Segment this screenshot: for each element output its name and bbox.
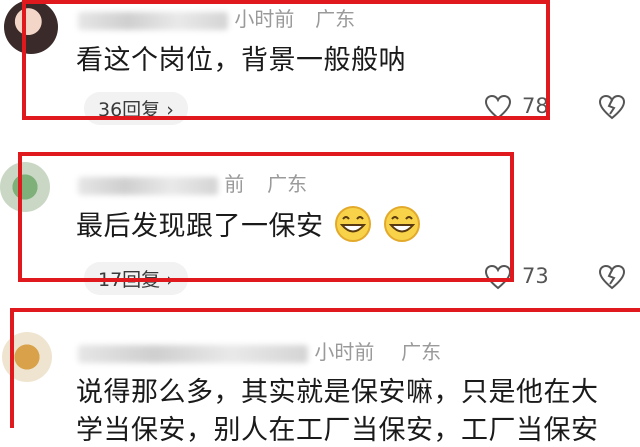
comment-item-2: 前 广东 最后发现跟了一保安 17回复 › 73 [0, 150, 640, 300]
broken-heart-icon[interactable] [598, 264, 626, 294]
broken-heart-icon[interactable] [598, 94, 626, 124]
highlight-box [18, 152, 514, 282]
like-count: 73 [522, 264, 549, 288]
highlight-box [10, 308, 640, 428]
highlight-box [22, 0, 550, 120]
comment-item-1: 小时前 广东 看这个岗位，背景一般般呐 36回复 › 78 [0, 0, 640, 130]
comment-item-3: 小时前 广东 说得那么多，其实就是保安嘛，只是他在大 学当保安，别人在工厂当保安… [0, 308, 640, 446]
